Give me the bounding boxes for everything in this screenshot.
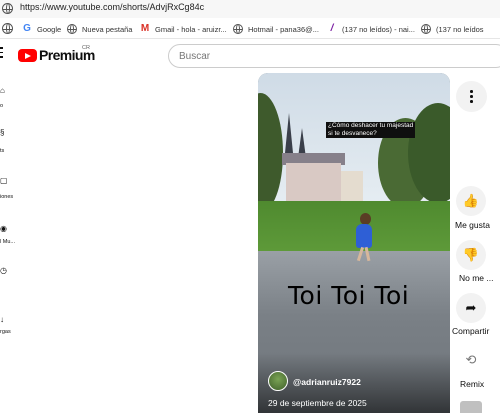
video-overlay-text: Toi Toi Toi xyxy=(288,281,410,310)
video-date: 29 de septiembre de 2025 xyxy=(268,398,367,408)
gmail-icon: M xyxy=(140,23,150,34)
sidebar-item-music[interactable]: ◉ l Mu... xyxy=(0,224,18,248)
globe-icon xyxy=(2,23,13,34)
google-icon: G xyxy=(23,23,31,34)
search-input[interactable]: Buscar xyxy=(168,44,500,68)
sidebar-item-history[interactable]: ◷ xyxy=(0,266,18,290)
site-info-icon[interactable] xyxy=(2,3,13,14)
channel-name[interactable]: @adrianruiz7922 xyxy=(293,377,361,387)
music-icon: ◉ xyxy=(0,224,7,233)
remix-label: Remix xyxy=(460,379,485,389)
subscriptions-icon: ▢ xyxy=(0,176,8,185)
globe-icon xyxy=(233,24,243,34)
share-button[interactable]: ➦ xyxy=(456,293,486,323)
share-label: Compartir xyxy=(452,326,490,336)
shorts-icon: § xyxy=(0,128,5,137)
dislike-label: No me ... xyxy=(459,273,494,283)
youtube-logo-icon[interactable] xyxy=(18,49,37,62)
bookmark-mail-2[interactable]: (137 no leídos xyxy=(421,22,484,36)
house xyxy=(286,163,341,203)
thumbs-down-icon: 👎 xyxy=(462,247,480,262)
remix-icon[interactable]: ⟲ xyxy=(464,353,478,367)
history-icon: ◷ xyxy=(0,266,7,275)
video-person xyxy=(354,213,374,262)
menu-icon[interactable] xyxy=(0,47,3,60)
region-code: CR xyxy=(82,45,90,51)
house-annex xyxy=(341,171,363,203)
shorts-video-player[interactable]: ¿Cómo deshacer tu majestad si te desvane… xyxy=(258,73,450,413)
share-icon: ➦ xyxy=(465,300,477,315)
like-button[interactable]: 👍 xyxy=(456,186,486,216)
dislike-button[interactable]: 👎 xyxy=(456,240,486,270)
url-text[interactable]: https://www.youtube.com/shorts/AdvjRxCg8… xyxy=(20,2,204,12)
thumbs-up-icon: 👍 xyxy=(462,193,480,208)
bookmark-google[interactable]: G Google xyxy=(22,22,61,36)
sidebar-item-shorts[interactable]: § ts xyxy=(0,128,18,154)
bookmark-hotmail[interactable]: Hotmail - pana36@... xyxy=(233,22,319,36)
yahoo-icon: / xyxy=(330,23,334,34)
globe-icon xyxy=(67,24,77,34)
more-options-button[interactable] xyxy=(456,81,487,112)
globe-icon xyxy=(421,24,431,34)
downloads-icon: ↓ xyxy=(0,315,4,324)
like-label: Me gusta xyxy=(455,220,490,230)
home-icon: ⌂ xyxy=(0,86,5,95)
sidebar-item-home[interactable]: ⌂ o xyxy=(0,86,18,110)
bookmark-gmail[interactable]: M Gmail - hola - aruizr... xyxy=(140,22,227,36)
channel-avatar[interactable] xyxy=(268,371,288,391)
sidebar-item-subscriptions[interactable]: ▢ iones xyxy=(0,176,18,200)
bookmark-yahoo-mail[interactable]: / (137 no leídos) - nai... xyxy=(327,22,415,36)
video-caption: ¿Cómo deshacer tu majestad si te desvane… xyxy=(326,122,416,138)
church-spire-left xyxy=(285,113,293,153)
search-placeholder: Buscar xyxy=(179,51,211,62)
sound-thumbnail-button[interactable] xyxy=(460,401,482,413)
bookmark-nueva-pestana[interactable]: Nueva pestaña xyxy=(67,22,132,36)
sidebar-item-downloads[interactable]: ↓ rgas xyxy=(0,315,18,339)
bookmarks-bar: G Google Nueva pestaña M Gmail - hola - … xyxy=(0,20,500,39)
address-bar[interactable]: https://www.youtube.com/shorts/AdvjRxCg8… xyxy=(0,0,500,18)
